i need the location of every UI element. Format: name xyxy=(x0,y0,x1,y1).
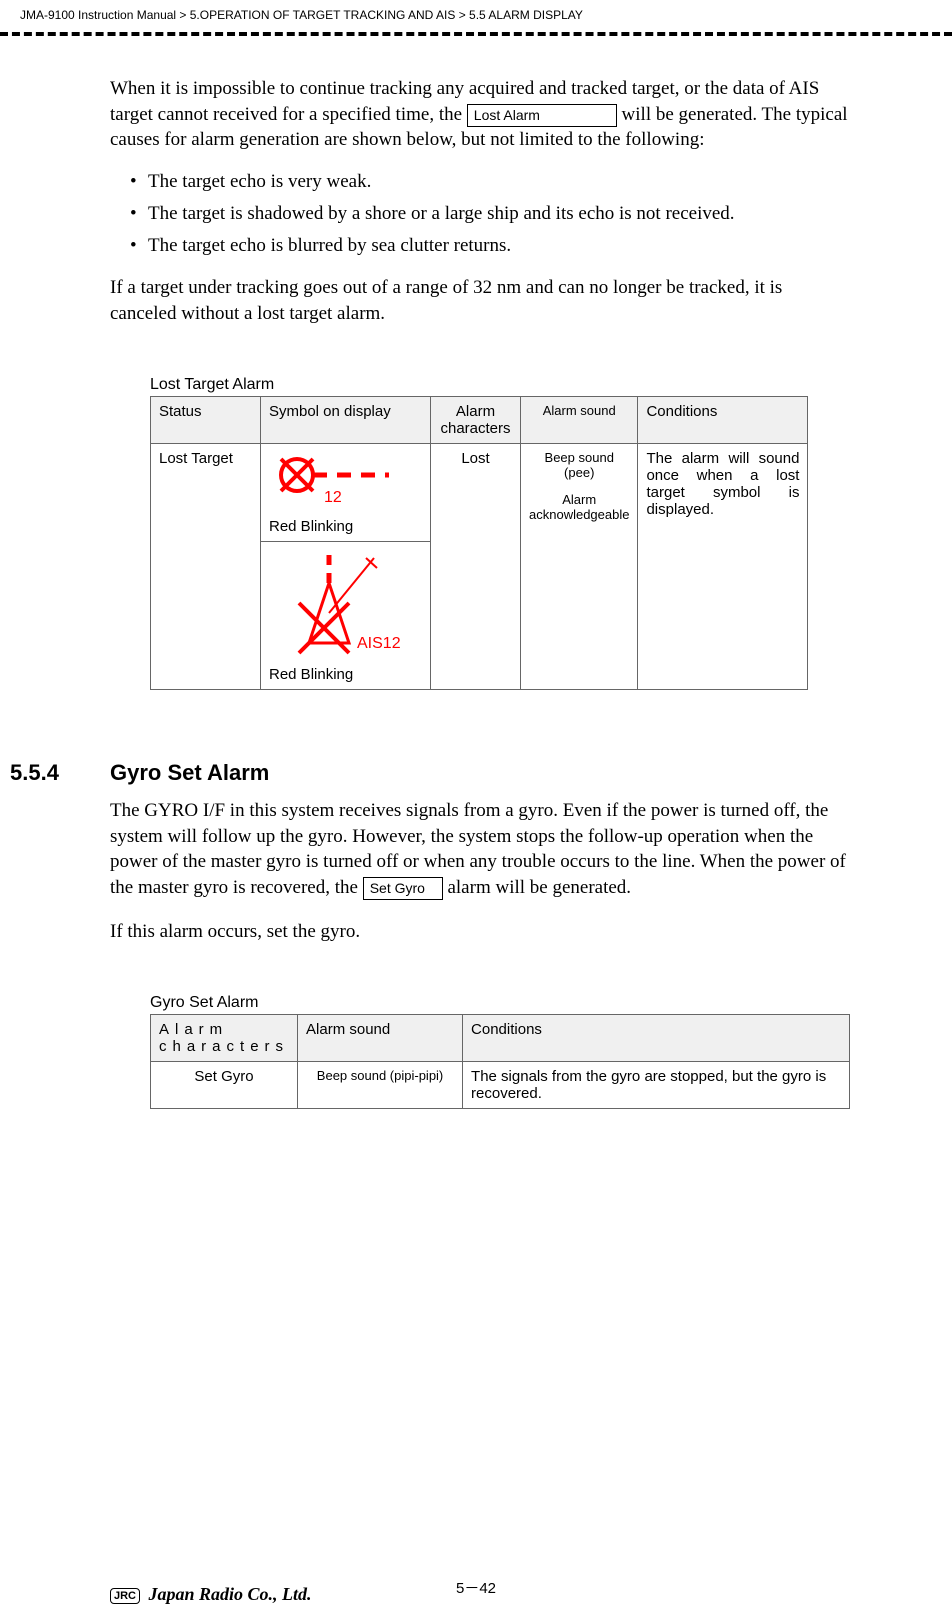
cell-alarm-sound: Beep sound (pipi-pipi) xyxy=(298,1062,463,1109)
sound-text-2: Alarm acknowledgeable xyxy=(529,492,629,522)
col-conditions: Conditions xyxy=(463,1015,850,1062)
col-alarm-chars: Alarm characters xyxy=(151,1015,298,1062)
list-item: The target echo is very weak. xyxy=(130,171,852,193)
lost-target-table: Status Symbol on display Alarm character… xyxy=(150,396,808,690)
main-content: When it is impossible to continue tracki… xyxy=(0,76,952,1109)
section-number: 5.5.4 xyxy=(10,760,110,786)
symbol-number: AIS12 xyxy=(357,635,401,652)
cell-status: Lost Target xyxy=(151,444,261,690)
paragraph-range: If a target under tracking goes out of a… xyxy=(110,275,852,326)
list-item: The target echo is blurred by sea clutte… xyxy=(130,235,852,257)
col-alarm-sound: Alarm sound xyxy=(521,397,638,444)
col-alarm-chars: Alarm characters xyxy=(431,397,521,444)
table-caption: Gyro Set Alarm xyxy=(150,994,852,1012)
page-header: JMA-9100 Instruction Manual > 5.OPERATIO… xyxy=(0,0,952,22)
cell-conditions: The signals from the gyro are stopped, b… xyxy=(463,1062,850,1109)
text: alarm will be generated. xyxy=(447,877,631,898)
set-gyro-label-box: Set Gyro xyxy=(363,877,443,900)
col-alarm-sound: Alarm sound xyxy=(298,1015,463,1062)
paragraph-intro: When it is impossible to continue tracki… xyxy=(110,76,852,153)
cell-symbol-1: 12 Red Blinking xyxy=(261,444,431,542)
section-title: Gyro Set Alarm xyxy=(110,760,269,786)
page-number: 5－42 xyxy=(0,1577,952,1598)
lost-alarm-label-box: Lost Alarm xyxy=(467,104,617,127)
lost-target-symbol-icon: 12 xyxy=(269,450,422,514)
list-item: The target is shadowed by a shore or a l… xyxy=(130,203,852,225)
col-conditions: Conditions xyxy=(638,397,808,444)
sound-text-1: Beep sound (pee) xyxy=(529,450,629,480)
gyro-set-table: Alarm characters Alarm sound Conditions … xyxy=(150,1014,850,1109)
table-row: Lost Target 12 Red Blinking Lost Beep so… xyxy=(151,444,808,542)
symbol-number: 12 xyxy=(324,489,342,506)
cell-alarm-sound: Beep sound (pee) Alarm acknowledgeable xyxy=(521,444,638,690)
cell-alarm-chars: Lost xyxy=(431,444,521,690)
breadcrumb: JMA-9100 Instruction Manual > 5.OPERATIO… xyxy=(20,8,583,22)
table-row: Set Gyro Beep sound (pipi-pipi) The sign… xyxy=(151,1062,850,1109)
text: Alarm characters xyxy=(159,1021,289,1055)
paragraph-gyro-2: If this alarm occurs, set the gyro. xyxy=(110,919,852,945)
cell-conditions: The alarm will sound once when a lost ta… xyxy=(638,444,808,690)
col-symbol: Symbol on display xyxy=(261,397,431,444)
blink-label: Red Blinking xyxy=(269,666,422,683)
table-header-row: Status Symbol on display Alarm character… xyxy=(151,397,808,444)
blink-label: Red Blinking xyxy=(269,518,422,535)
table-header-row: Alarm characters Alarm sound Conditions xyxy=(151,1015,850,1062)
col-status: Status xyxy=(151,397,261,444)
paragraph-gyro: The GYRO I/F in this system receives sig… xyxy=(110,798,852,901)
bullet-list: The target echo is very weak. The target… xyxy=(130,171,852,257)
cell-alarm-chars: Set Gyro xyxy=(151,1062,298,1109)
lost-ais-symbol-icon: AIS12 xyxy=(269,548,422,662)
divider xyxy=(0,32,952,36)
cell-symbol-2: AIS12 Red Blinking xyxy=(261,542,431,690)
table-caption: Lost Target Alarm xyxy=(150,376,852,394)
section-heading: 5.5.4 Gyro Set Alarm xyxy=(10,760,852,786)
